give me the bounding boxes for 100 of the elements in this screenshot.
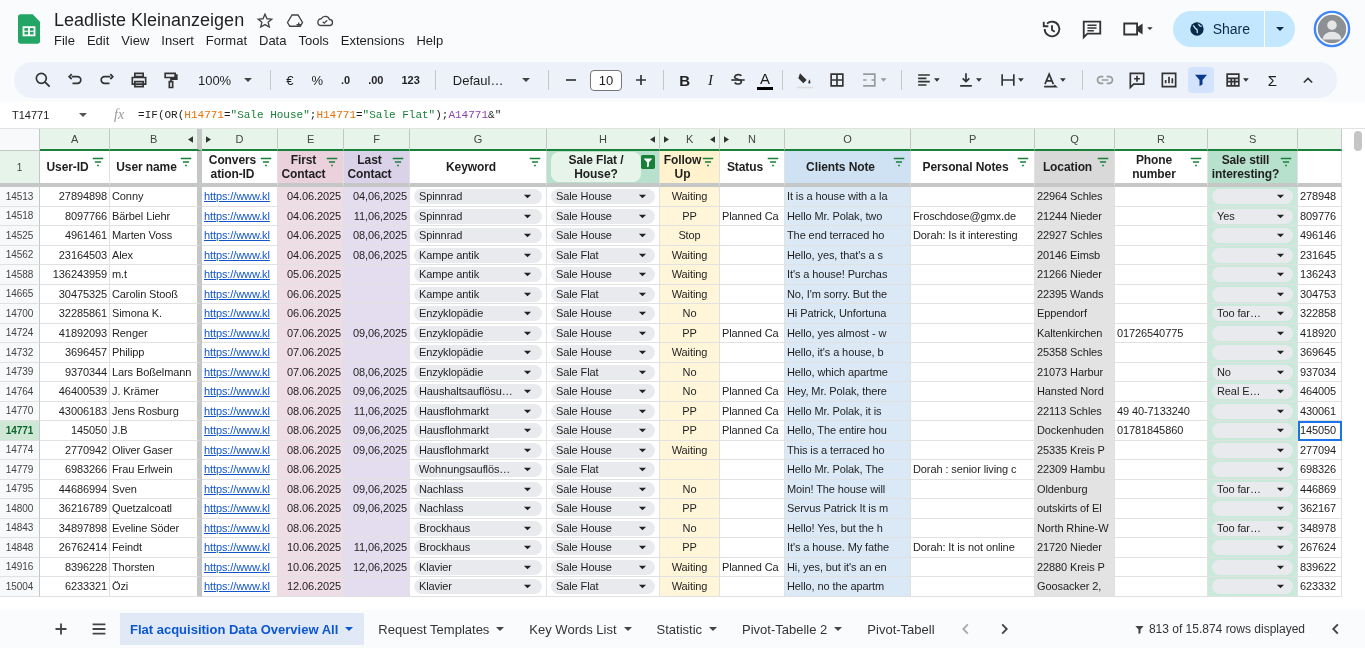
dropdown-chip[interactable]: Hausflohmarkt <box>414 403 542 419</box>
dropdown-chip[interactable]: Real E… <box>1212 384 1293 399</box>
dropdown-chip[interactable]: Sale House <box>551 481 655 497</box>
expand-arrow-icon[interactable] <box>188 136 193 143</box>
row-number[interactable]: 14764 <box>0 382 40 402</box>
menu-item[interactable]: Help <box>410 33 450 48</box>
dropdown-chip[interactable]: Spinnrad <box>414 208 542 224</box>
functions-button[interactable]: Σ <box>1261 71 1284 89</box>
link[interactable]: https://www.kl <box>204 521 270 534</box>
expand-arrow-icon[interactable] <box>650 136 655 143</box>
dropdown-chip[interactable]: Sale Flat <box>551 247 655 263</box>
column-letter[interactable]: K <box>660 129 720 151</box>
row-number[interactable]: 14665 <box>0 284 40 304</box>
dropdown-chip[interactable]: Sale House <box>551 208 655 224</box>
row-number[interactable]: 14513 <box>0 187 40 207</box>
document-title[interactable]: Leadliste Kleinanzeigen <box>54 10 245 31</box>
dropdown-chip[interactable]: Enzyklopädie <box>414 364 542 380</box>
link[interactable]: https://www.kl <box>204 287 270 300</box>
link[interactable]: https://www.kl <box>204 443 270 456</box>
filter-icon[interactable] <box>259 155 273 169</box>
row-number[interactable]: 14843 <box>0 518 40 538</box>
link[interactable]: https://www.kl <box>204 209 270 222</box>
column-letter[interactable]: R <box>1115 129 1208 151</box>
history-icon[interactable] <box>1040 18 1063 40</box>
dropdown-chip[interactable]: Enzyklopädie <box>414 345 542 360</box>
bold-button[interactable]: B <box>673 71 697 89</box>
dropdown-chip[interactable]: Wohnungsauflös… <box>414 462 542 477</box>
sheet-tab[interactable]: Key Words List <box>519 613 643 645</box>
filter-icon[interactable] <box>179 155 193 169</box>
dropdown-chip[interactable]: Sale Flat <box>551 462 655 477</box>
link[interactable]: https://www.kl <box>204 404 270 417</box>
dropdown-chip[interactable]: Sale House <box>551 189 655 204</box>
row-number[interactable]: 14732 <box>0 343 40 363</box>
dropdown-chip[interactable]: Too far… <box>1212 306 1293 321</box>
filter-icon[interactable] <box>391 155 405 169</box>
row-number[interactable]: 14700 <box>0 304 40 324</box>
column-letter[interactable]: G <box>410 129 547 151</box>
row-number[interactable]: 14770 <box>0 401 40 421</box>
link[interactable]: https://www.kl <box>204 482 270 495</box>
sheets-logo-icon[interactable] <box>18 14 40 44</box>
dropdown-chip[interactable]: Hausflohmarkt <box>414 442 542 458</box>
scrollbar-thumb[interactable] <box>1354 131 1362 151</box>
sheet-tab[interactable]: Statistic <box>646 613 729 645</box>
column-letter[interactable]: D <box>202 129 278 151</box>
link[interactable]: https://www.kl <box>204 346 270 358</box>
link[interactable]: https://www.kl <box>204 190 270 202</box>
dropdown-chip[interactable]: Sale House <box>551 520 655 536</box>
expand-arrow-icon[interactable] <box>710 136 715 143</box>
dropdown-chip[interactable]: Kampe antik <box>414 286 542 302</box>
dropdown-chip[interactable]: Sale House <box>551 559 655 575</box>
row-number[interactable]: 14588 <box>0 265 40 285</box>
decrease-decimals-button[interactable]: .0 <box>334 74 357 86</box>
column-letter[interactable]: S <box>1208 129 1298 151</box>
star-icon[interactable] <box>256 11 275 30</box>
dropdown-chip[interactable]: Sale House <box>551 228 655 243</box>
filter-icon[interactable] <box>766 155 780 169</box>
dropdown-chip[interactable]: Sale House <box>551 403 655 419</box>
dropdown-chip[interactable]: Klavier <box>414 579 542 594</box>
link[interactable]: https://www.kl <box>204 502 270 514</box>
font-select[interactable]: Defaul… <box>444 72 539 88</box>
row-number[interactable]: 14848 <box>0 538 40 558</box>
menu-item[interactable]: View <box>115 33 156 48</box>
column-letter[interactable]: F <box>344 129 410 151</box>
dropdown-chip[interactable]: Sale House <box>551 306 655 321</box>
avatar[interactable] <box>1313 10 1351 48</box>
column-letter[interactable] <box>1298 129 1342 151</box>
sheet-tab[interactable]: Pivot-Tabell <box>857 613 945 645</box>
dropdown-chip[interactable]: Sale House <box>551 423 655 438</box>
dropdown-chip[interactable]: Sale Flat <box>551 579 655 594</box>
font-size-field[interactable]: 10 <box>589 69 623 91</box>
dropdown-chip[interactable]: Spinnrad <box>414 189 542 204</box>
sheet-tab[interactable]: Pivot-Tabelle 2 <box>732 613 854 645</box>
row-number[interactable]: 14779 <box>0 460 40 480</box>
link[interactable]: https://www.kl <box>204 580 270 592</box>
row-number[interactable]: 14739 <box>0 362 40 382</box>
dropdown-chip[interactable]: Sale House <box>551 442 655 458</box>
row-number[interactable]: 14518 <box>0 206 40 226</box>
filter-icon[interactable] <box>91 155 105 169</box>
menu-item[interactable]: Format <box>199 33 253 48</box>
menu-item[interactable]: Data <box>253 33 293 48</box>
dropdown-chip[interactable]: Sale House <box>551 540 655 555</box>
currency-button[interactable]: € <box>280 72 300 88</box>
dropdown-chip[interactable]: No <box>1212 364 1293 380</box>
dropdown-chip[interactable]: Hausflohmarkt <box>414 423 542 438</box>
dropdown-chip[interactable]: Spinnrad <box>414 228 542 243</box>
menu-item[interactable]: Edit <box>80 33 116 48</box>
zoom-select[interactable]: 100% <box>189 72 262 88</box>
sheet-tab[interactable]: Flat acquisition Data Overview All <box>120 613 365 645</box>
row-number[interactable]: 14916 <box>0 557 40 577</box>
active-filter-icon[interactable] <box>641 155 655 169</box>
filter-icon[interactable] <box>1096 155 1110 169</box>
filter-icon[interactable] <box>701 155 715 169</box>
filter-icon[interactable] <box>892 155 906 169</box>
dropdown-chip[interactable]: Sale House <box>551 501 655 516</box>
row-number[interactable]: 1 <box>16 161 23 173</box>
italic-button[interactable]: I <box>702 71 720 89</box>
link[interactable]: https://www.kl <box>204 541 270 553</box>
dropdown-chip[interactable]: Klavier <box>414 559 542 575</box>
dropdown-chip[interactable]: Enzyklopädie <box>414 325 542 341</box>
increase-decimals-button[interactable]: .00 <box>362 74 390 86</box>
